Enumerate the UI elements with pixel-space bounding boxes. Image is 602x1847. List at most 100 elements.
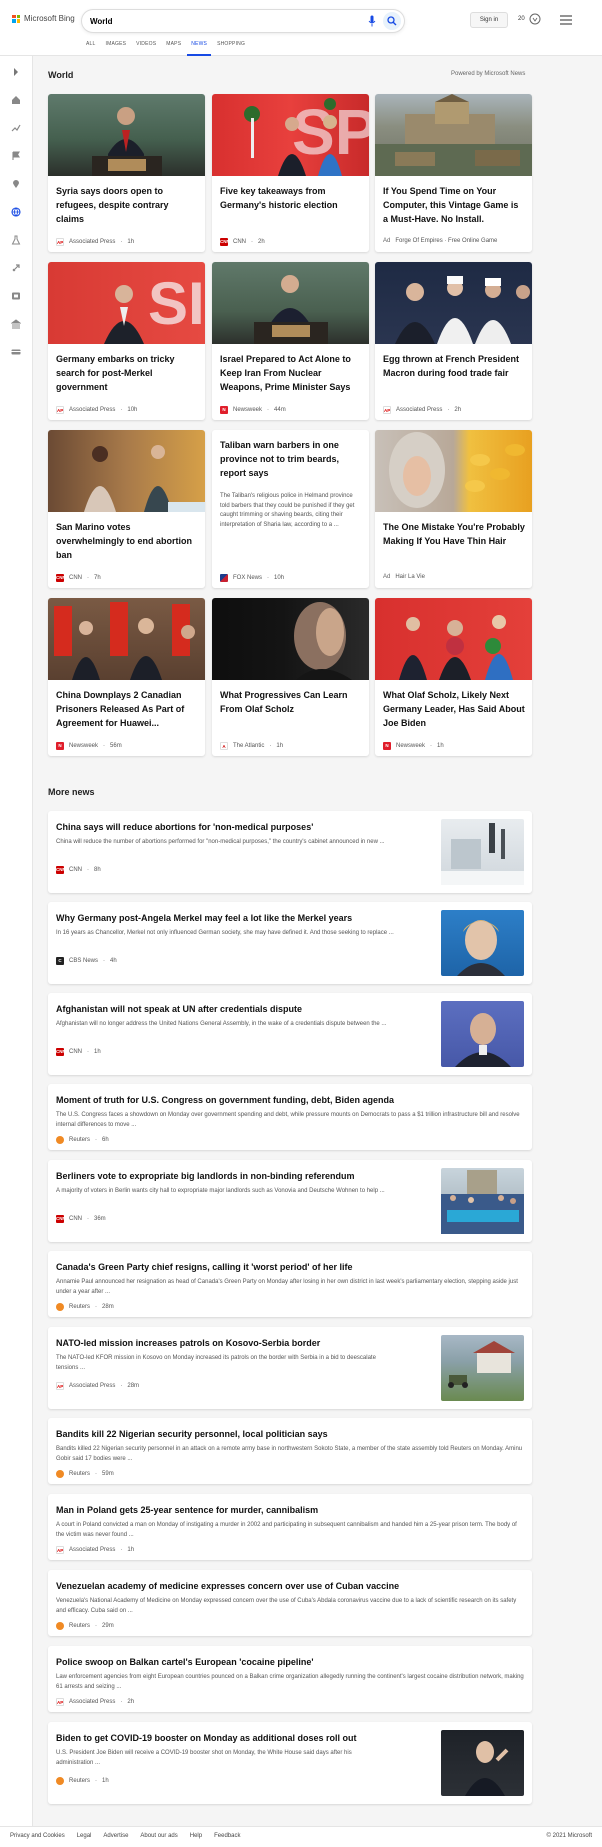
sign-in-button[interactable]: Sign in [470, 12, 508, 28]
news-card[interactable]: SI Germany embarks on tricky search for … [48, 262, 205, 420]
news-title[interactable]: Moment of truth for U.S. Congress on gov… [56, 1094, 394, 1106]
flag-icon[interactable] [11, 151, 21, 161]
news-snippet: Bandits killed 22 Nigerian security pers… [56, 1446, 523, 1462]
news-title[interactable]: Biden to get COVID-19 booster on Monday … [56, 1732, 357, 1744]
tab-images[interactable]: IMAGES [106, 40, 137, 56]
politics-building-icon[interactable] [11, 319, 21, 329]
trending-icon[interactable] [11, 123, 21, 133]
news-list-item[interactable]: Police swoop on Balkan cartel's European… [48, 1646, 532, 1712]
news-card[interactable]: Taliban warn barbers in one province not… [212, 430, 369, 588]
news-title[interactable]: San Marino votes overwhelmingly to end a… [56, 520, 198, 562]
tab-all[interactable]: ALL [86, 40, 106, 56]
news-list-item[interactable]: Bandits kill 22 Nigerian security person… [48, 1418, 532, 1484]
expand-rail-icon[interactable] [11, 67, 21, 77]
news-title[interactable]: Israel Prepared to Act Alone to Keep Ira… [220, 352, 362, 394]
news-title[interactable]: Bandits kill 22 Nigerian security person… [56, 1428, 328, 1440]
news-title[interactable]: Man in Poland gets 25-year sentence for … [56, 1504, 318, 1516]
rocket-icon[interactable] [11, 263, 21, 273]
news-card[interactable]: What Olaf Scholz, Likely Next Germany Le… [375, 598, 532, 756]
footer-link-privacy[interactable]: Privacy and Cookies [10, 1833, 65, 1839]
news-title[interactable]: Afghanistan will not speak at UN after c… [56, 1003, 302, 1015]
globe-icon[interactable] [11, 207, 21, 217]
money-icon[interactable] [11, 347, 21, 357]
tab-shopping[interactable]: SHOPPING [217, 40, 255, 56]
ad-card[interactable]: The One Mistake You're Probably Making I… [375, 430, 532, 588]
news-title[interactable]: Police swoop on Balkan cartel's European… [56, 1656, 314, 1668]
footer-link-help[interactable]: Help [190, 1833, 202, 1839]
source-logo-icon [220, 574, 228, 582]
news-list-item[interactable]: Man in Poland gets 25-year sentence for … [48, 1494, 532, 1560]
bing-logo[interactable]: Microsoft Bing [12, 14, 75, 23]
news-list-item[interactable]: Moment of truth for U.S. Congress on gov… [48, 1084, 532, 1150]
news-snippet: A majority of voters in Berlin wants cit… [56, 1188, 385, 1194]
news-image [212, 262, 369, 344]
news-source: N Newsweek · 44m [220, 406, 286, 414]
news-title[interactable]: NATO-led mission increases patrols on Ko… [56, 1337, 320, 1349]
news-snippet: U.S. President Joe Biden will receive a … [56, 1750, 352, 1766]
footer-link-legal[interactable]: Legal [77, 1833, 92, 1839]
footer-link-advertise[interactable]: Advertise [103, 1833, 128, 1839]
news-title[interactable]: Berliners vote to expropriate big landlo… [56, 1170, 355, 1182]
news-snippet: In 16 years as Chancellor, Merkel not on… [56, 930, 394, 936]
news-title[interactable]: What Progressives Can Learn From Olaf Sc… [220, 688, 362, 716]
news-title[interactable]: What Olaf Scholz, Likely Next Germany Le… [383, 688, 525, 730]
home-icon[interactable] [11, 95, 21, 105]
powered-by-label[interactable]: Powered by Microsoft News [451, 71, 525, 77]
footer-link-about-ads[interactable]: About our ads [140, 1833, 177, 1839]
source-logo-icon [56, 1622, 64, 1630]
ad-card[interactable]: If You Spend Time on Your Computer, this… [375, 94, 532, 252]
microsoft-logo-icon [12, 14, 20, 23]
location-pin-icon[interactable] [11, 179, 21, 189]
search-input[interactable] [90, 16, 360, 26]
news-image [212, 598, 369, 680]
news-list-item[interactable]: Venezuelan academy of medicine expresses… [48, 1570, 532, 1636]
news-title[interactable]: Why Germany post-Angela Merkel may feel … [56, 912, 352, 924]
news-card[interactable]: China Downplays 2 Canadian Prisoners Rel… [48, 598, 205, 756]
news-list-item[interactable]: China says will reduce abortions for 'no… [48, 811, 532, 893]
search-button[interactable] [383, 12, 401, 30]
news-source: AP Associated Press · 1h [56, 238, 135, 246]
news-list-item[interactable]: Why Germany post-Angela Merkel may feel … [48, 902, 532, 984]
hamburger-menu-icon[interactable] [560, 15, 572, 25]
news-list-item[interactable]: NATO-led mission increases patrols on Ko… [48, 1327, 532, 1409]
news-source: CNN CNN · 1h [56, 1048, 101, 1056]
news-title[interactable]: Germany embarks on tricky search for pos… [56, 352, 198, 394]
tab-videos[interactable]: VIDEOS [136, 40, 166, 56]
science-flask-icon[interactable] [11, 235, 21, 245]
ad-title[interactable]: If You Spend Time on Your Computer, this… [383, 184, 525, 226]
news-list-item[interactable]: Biden to get COVID-19 booster on Monday … [48, 1722, 532, 1804]
news-image: SI [48, 262, 205, 344]
news-title[interactable]: Five key takeaways from Germany's histor… [220, 184, 362, 212]
news-title[interactable]: Venezuelan academy of medicine expresses… [56, 1580, 399, 1592]
news-title[interactable]: Taliban warn barbers in one province not… [220, 438, 362, 480]
entertainment-icon[interactable] [11, 291, 21, 301]
microphone-icon[interactable] [368, 15, 376, 27]
news-image: SP [212, 94, 369, 176]
news-card[interactable]: San Marino votes overwhelmingly to end a… [48, 430, 205, 588]
news-card[interactable]: Israel Prepared to Act Alone to Keep Ira… [212, 262, 369, 420]
news-title[interactable]: China says will reduce abortions for 'no… [56, 821, 313, 833]
tab-news[interactable]: NEWS [187, 40, 217, 56]
news-card[interactable]: Egg thrown at French President Macron du… [375, 262, 532, 420]
rewards-button[interactable]: 20 [518, 13, 541, 25]
news-list-item[interactable]: Berliners vote to expropriate big landlo… [48, 1160, 532, 1242]
ad-title[interactable]: The One Mistake You're Probably Making I… [383, 520, 525, 548]
news-title[interactable]: Canada's Green Party chief resigns, call… [56, 1261, 353, 1273]
news-title[interactable]: China Downplays 2 Canadian Prisoners Rel… [56, 688, 198, 730]
news-list-item[interactable]: Canada's Green Party chief resigns, call… [48, 1251, 532, 1317]
news-title[interactable]: Syria says doors open to refugees, despi… [56, 184, 198, 226]
source-logo-icon: CNN [56, 866, 66, 874]
news-card[interactable]: Syria says doors open to refugees, despi… [48, 94, 205, 252]
news-card[interactable]: SP Five key takeaways from Germany's his… [212, 94, 369, 252]
news-source: Reuters · 6h [56, 1136, 109, 1144]
news-title[interactable]: Egg thrown at French President Macron du… [383, 352, 525, 380]
news-card[interactable]: What Progressives Can Learn From Olaf Sc… [212, 598, 369, 756]
ad-badge: Ad [383, 574, 391, 580]
news-thumbnail [441, 1168, 524, 1234]
footer-link-feedback[interactable]: Feedback [214, 1833, 240, 1839]
news-snippet: The Taliban's religious police in Helman… [220, 493, 355, 528]
news-source: CNN CNN · 7h [56, 574, 101, 582]
news-image [48, 430, 205, 512]
news-source: N Newsweek · 56m [56, 742, 122, 750]
news-list-item[interactable]: Afghanistan will not speak at UN after c… [48, 993, 532, 1075]
